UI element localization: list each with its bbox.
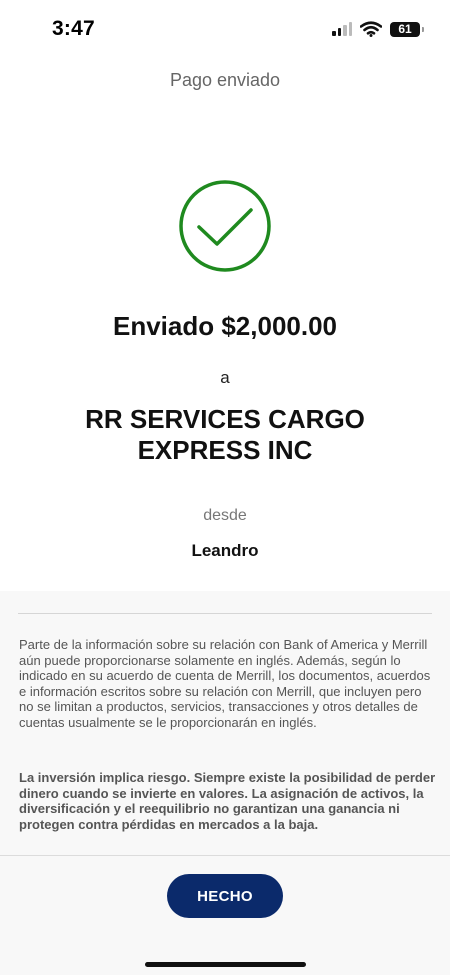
status-bar: 3:47 61: [0, 0, 450, 58]
status-icons: 61: [332, 21, 424, 37]
status-time: 3:47: [52, 17, 95, 40]
sent-amount: Enviado $2,000.00: [112, 311, 338, 341]
footer: HECHO: [0, 855, 450, 975]
language-disclosure: Parte de la información sobre su relació…: [19, 637, 431, 730]
disclosure-section: Parte de la información sobre su relació…: [0, 591, 450, 855]
to-label: a: [220, 368, 230, 387]
home-indicator[interactable]: [145, 962, 306, 967]
done-button[interactable]: HECHO: [167, 874, 283, 918]
account-name: Leandro: [191, 541, 259, 560]
checkmark-circle-icon: [179, 180, 271, 272]
recipient-name: RR SERVICES CARGO EXPRESS INC: [85, 404, 365, 465]
signal-icon: [332, 22, 352, 36]
battery-icon: 61: [390, 21, 424, 37]
from-label: desde: [203, 507, 247, 524]
page-title: Pago enviado: [169, 70, 281, 90]
wifi-icon: [360, 21, 382, 37]
divider: [18, 613, 432, 614]
battery-level: 61: [398, 22, 412, 36]
risk-disclosure: La inversión implica riesgo. Siempre exi…: [19, 770, 436, 832]
